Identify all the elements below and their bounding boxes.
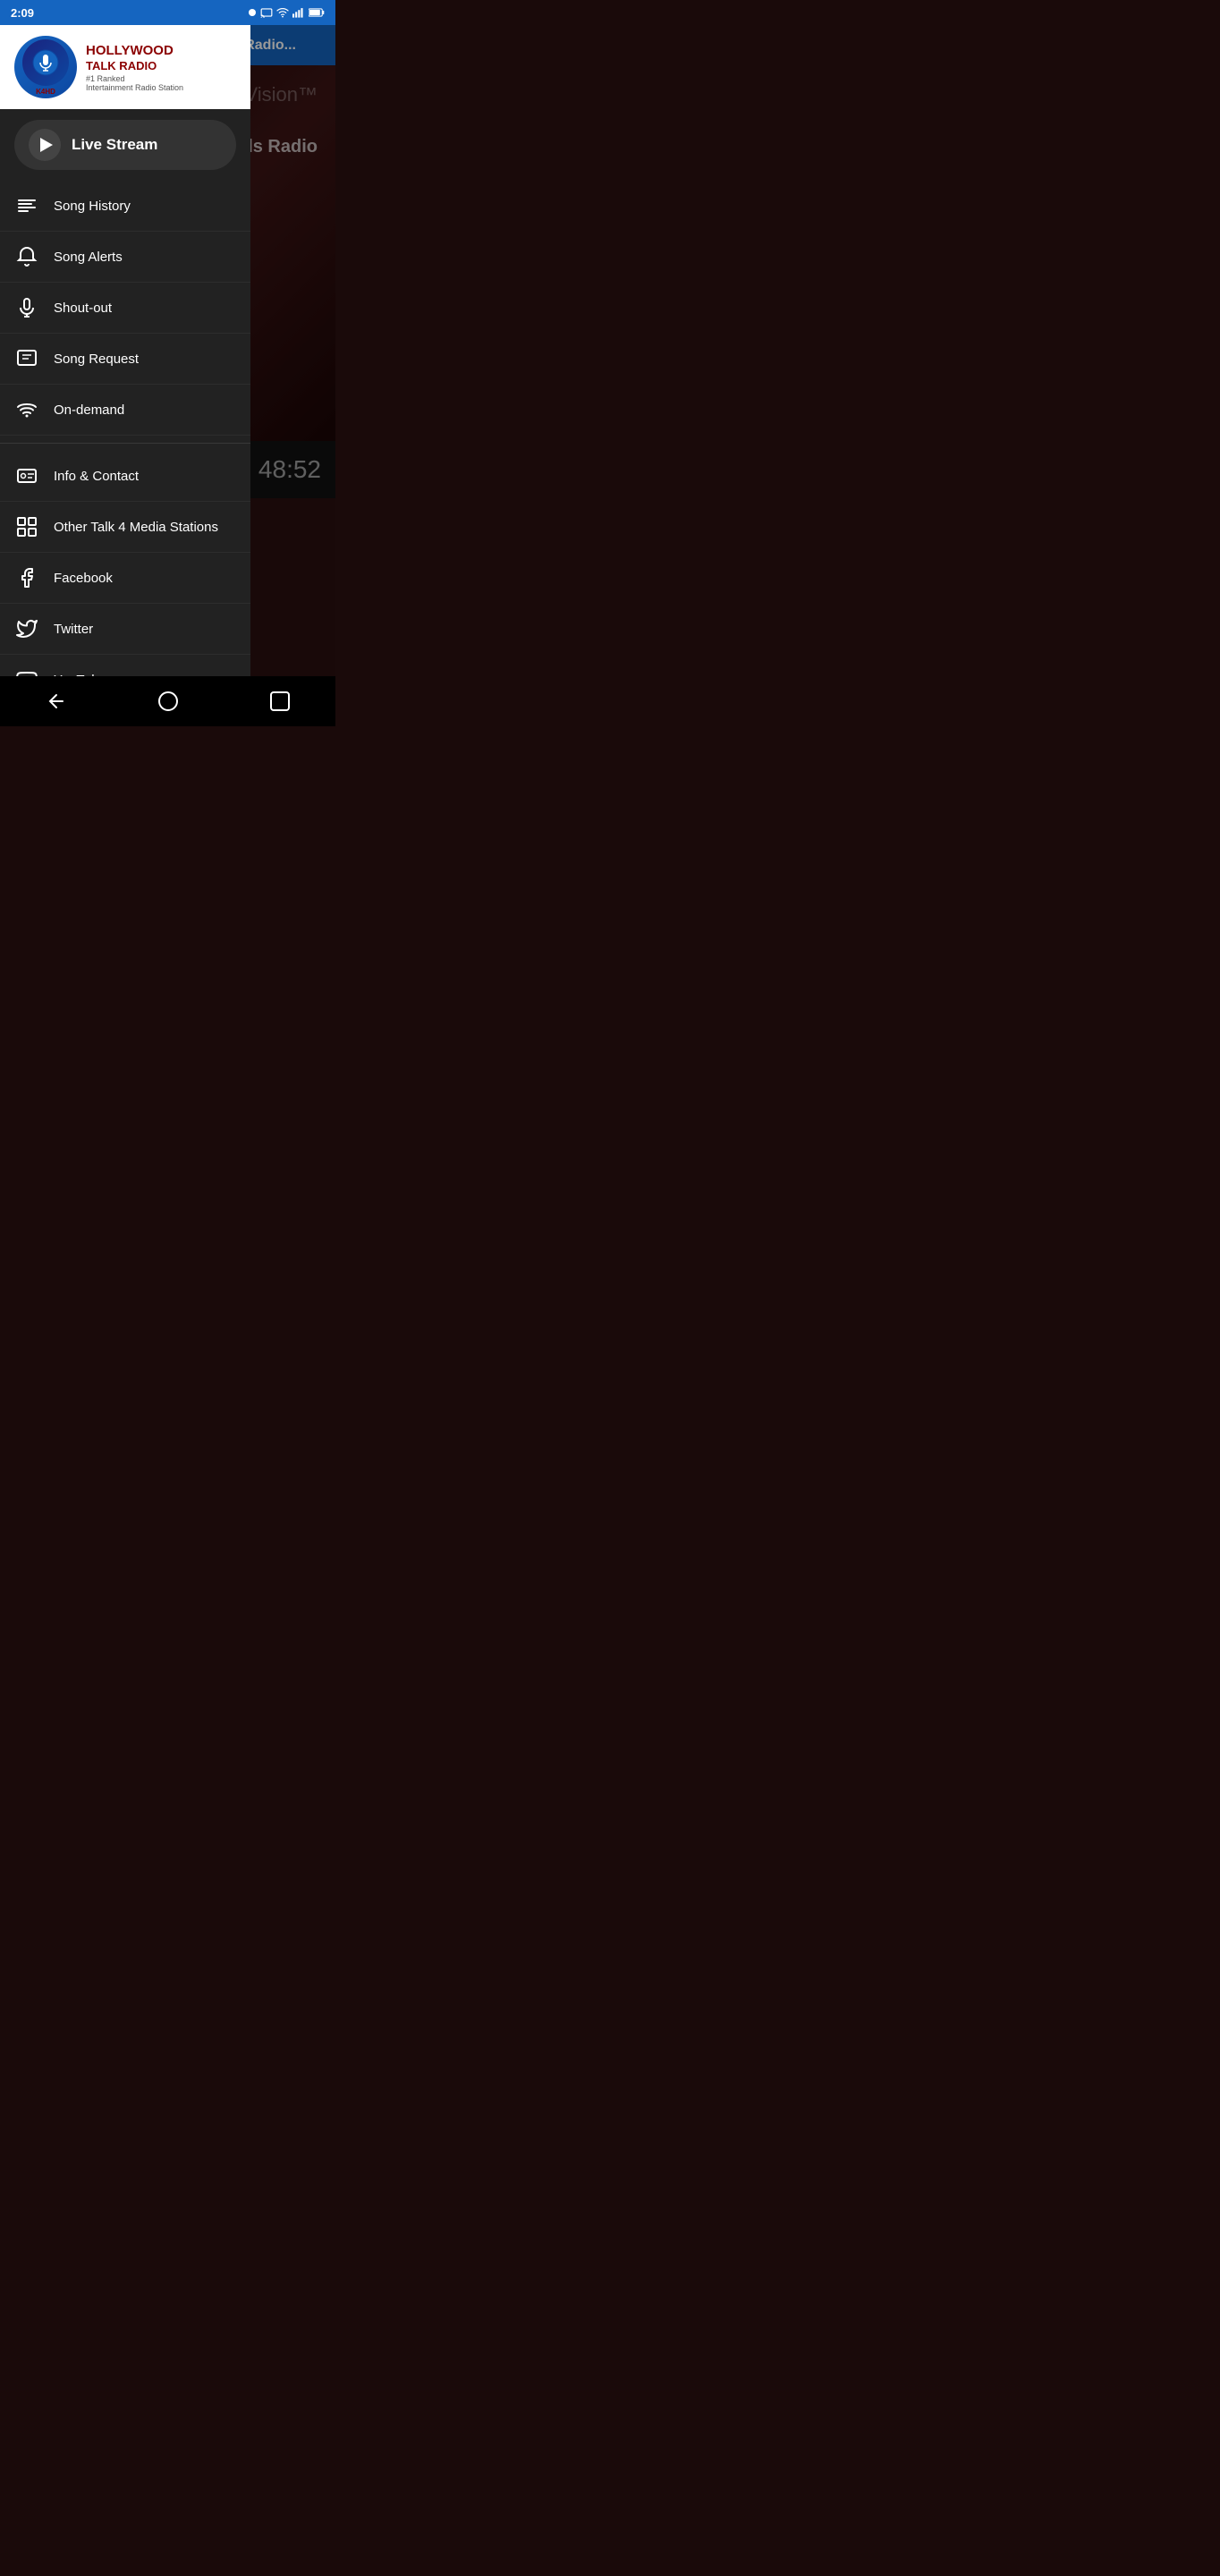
status-time: 2:09 xyxy=(11,6,34,20)
recents-button[interactable] xyxy=(258,683,302,719)
mic-icon xyxy=(14,295,39,320)
menu-item-other-stations[interactable]: Other Talk 4 Media Stations xyxy=(0,502,250,553)
twitter-label: Twitter xyxy=(54,622,93,637)
logo-circle: K4HD xyxy=(14,36,77,98)
logo-text-area: HOLLYWOOD TALK RADIO #1 Ranked Intertain… xyxy=(86,43,183,92)
menu-item-info-contact[interactable]: Info & Contact xyxy=(0,451,250,502)
back-button[interactable] xyxy=(34,683,79,719)
facebook-label: Facebook xyxy=(54,571,113,586)
navigation-drawer: K4HD HOLLYWOOD TALK RADIO #1 Ranked Inte… xyxy=(0,25,250,726)
logo-container: K4HD HOLLYWOOD TALK RADIO #1 Ranked Inte… xyxy=(14,36,236,98)
song-history-label: Song History xyxy=(54,199,131,214)
menu-item-song-alerts[interactable]: Song Alerts xyxy=(0,232,250,283)
shout-out-label: Shout-out xyxy=(54,301,112,316)
logo-talk-radio: TALK RADIO xyxy=(86,59,183,72)
drawer-logo-area: K4HD HOLLYWOOD TALK RADIO #1 Ranked Inte… xyxy=(0,25,250,109)
twitter-icon xyxy=(14,616,39,641)
home-button[interactable] xyxy=(146,683,191,719)
wifi-signal-icon xyxy=(14,397,39,422)
separator-1 xyxy=(0,443,250,444)
menu-item-song-history[interactable]: Song History xyxy=(0,181,250,232)
info-contact-label: Info & Contact xyxy=(54,469,139,484)
menu-item-twitter[interactable]: Twitter xyxy=(0,604,250,655)
list-icon xyxy=(14,193,39,218)
logo-hollywood: HOLLYWOOD xyxy=(86,43,183,59)
song-alerts-label: Song Alerts xyxy=(54,250,123,265)
menu-item-on-demand[interactable]: On-demand xyxy=(0,385,250,436)
id-card-icon xyxy=(14,463,39,488)
play-triangle xyxy=(40,138,53,152)
bottom-navigation xyxy=(0,676,335,726)
logo-ranked: #1 Ranked Intertainment Radio Station xyxy=(86,74,183,92)
song-request-label: Song Request xyxy=(54,352,139,367)
menu-item-shout-out[interactable]: Shout-out xyxy=(0,283,250,334)
facebook-icon xyxy=(14,565,39,590)
status-icons xyxy=(248,7,325,18)
bell-icon xyxy=(14,244,39,269)
play-icon xyxy=(29,129,61,161)
on-demand-label: On-demand xyxy=(54,402,124,418)
other-stations-label: Other Talk 4 Media Stations xyxy=(54,520,218,535)
drawer-overlay[interactable]: K4HD HOLLYWOOD TALK RADIO #1 Ranked Inte… xyxy=(0,25,335,726)
status-bar: 2:09 xyxy=(0,0,335,25)
menu-item-song-request[interactable]: Song Request xyxy=(0,334,250,385)
grid-icon xyxy=(14,514,39,539)
live-stream-label: Live Stream xyxy=(72,136,157,154)
menu-item-facebook[interactable]: Facebook xyxy=(0,553,250,604)
live-stream-button[interactable]: Live Stream xyxy=(14,120,236,170)
chat-square-icon xyxy=(14,346,39,371)
